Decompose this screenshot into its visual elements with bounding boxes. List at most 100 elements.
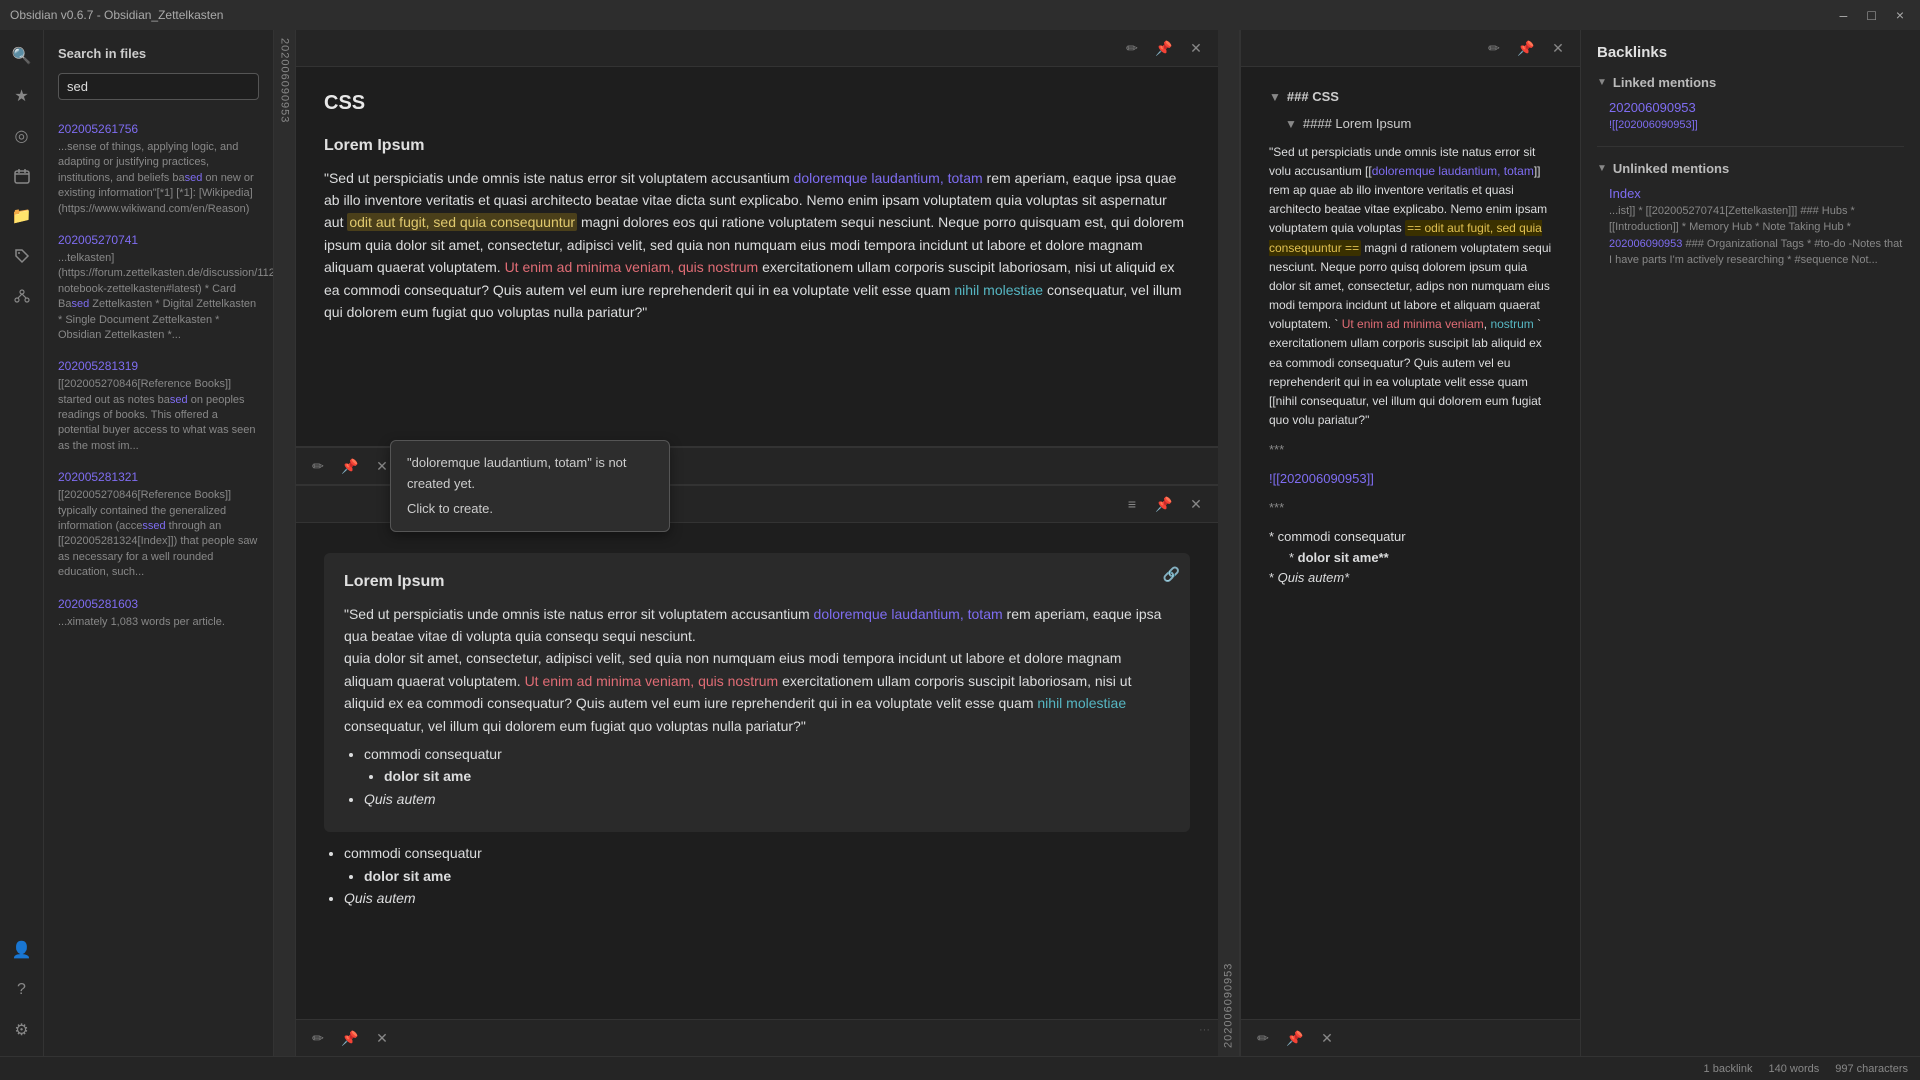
folder-rail-icon[interactable]: 📁 — [4, 198, 40, 234]
tag-rail-icon[interactable] — [4, 238, 40, 274]
settings-rail-icon[interactable]: ⚙ — [4, 1012, 40, 1048]
right-close-btn-b[interactable]: ✕ — [1313, 1024, 1341, 1052]
pin-button-top[interactable]: 📌 — [1150, 34, 1178, 62]
highlight-odit: odit aut fugit, sed quia consequuntur — [347, 213, 577, 231]
titlebar: Obsidian v0.6.7 - Obsidian_Zettelkasten … — [0, 0, 1920, 30]
right-link-1[interactable]: doloremque laudantium, totam — [1372, 164, 1534, 178]
linked-mentions-header[interactable]: ▼ Linked mentions — [1581, 69, 1920, 96]
backlink-sublink-text-0[interactable]: ![[202006090953]] — [1609, 119, 1698, 131]
graph-rail-icon[interactable]: ◎ — [4, 118, 40, 154]
right-edit-btn-b[interactable]: ✏ — [1249, 1024, 1277, 1052]
bullet-list-outline: commodi consequatur dolor sit ame Quis a… — [344, 743, 1170, 810]
unlinked-mentions-label: Unlinked mentions — [1613, 161, 1729, 176]
right-sep-2: *** — [1269, 498, 1552, 519]
app-body: 🔍 ★ ◎ 📁 👤 ? ⚙ Search in files 2020052617… — [0, 30, 1920, 1056]
result-item-4[interactable]: 202005281603 ...ximately 1,083 words per… — [44, 589, 273, 638]
text-red-bottom: Ut enim ad minima veniam, quis nostrum — [525, 673, 779, 689]
close-button[interactable]: × — [1890, 5, 1910, 25]
close-pane-button-bottom[interactable]: ✕ — [1182, 490, 1210, 518]
edit-button-top[interactable]: ✏ — [1118, 34, 1146, 62]
link-icon-outline[interactable]: 🔗 — [1163, 563, 1180, 585]
result-text-1: ...telkasten] (https://forum.zettelkaste… — [58, 251, 259, 343]
result-title-1: 202005270741 — [58, 233, 259, 247]
icon-rail: 🔍 ★ ◎ 📁 👤 ? ⚙ — [0, 30, 44, 1056]
calendar-rail-icon[interactable] — [4, 158, 40, 194]
pin-button-bottom[interactable]: 📌 — [1150, 490, 1178, 518]
right-pin-btn[interactable]: 📌 — [1512, 34, 1540, 62]
outline-heading-css: ### CSS — [1287, 87, 1339, 108]
maximize-button[interactable]: □ — [1861, 5, 1881, 25]
close-pane-button-top[interactable]: ✕ — [1182, 34, 1210, 62]
right-edit-btn[interactable]: ✏ — [1480, 34, 1508, 62]
list-button-bottom[interactable]: ≡ — [1118, 490, 1146, 518]
unlinked-mentions-header[interactable]: ▼ Unlinked mentions — [1581, 155, 1920, 182]
outline-subheading: ▼ #### Lorem Ipsum — [1269, 114, 1552, 135]
right-editor-top-toolbar: ✏ 📌 ✕ — [1241, 30, 1580, 67]
editor-main: ✏ 📌 ✕ CSS Lorem Ipsum "Sed ut perspiciat… — [296, 30, 1218, 1056]
editor-heading-css: CSS — [324, 87, 1190, 119]
link-doloremque-bottom[interactable]: doloremque laudantium, totam — [814, 606, 1003, 622]
unlinked-index-label[interactable]: Index — [1609, 186, 1904, 201]
backlink-sublink-0: ![[202006090953]] — [1609, 117, 1904, 134]
result-item-0[interactable]: 202005261756 ...sense of things, applyin… — [44, 114, 273, 225]
outline-tree-header: ▼ ### CSS — [1269, 87, 1552, 108]
right-bullet-0: * commodi consequatur — [1269, 527, 1552, 548]
right-editor-panel: ✏ 📌 ✕ ▼ ### CSS ▼ #### Lorem Ipsum "Sed … — [1240, 30, 1580, 1056]
result-item-1[interactable]: 202005270741 ...telkasten] (https://foru… — [44, 225, 273, 351]
pin-button-bottom-b[interactable]: 📌 — [336, 1024, 364, 1052]
sub-bullet-item-0: dolor sit ame — [384, 765, 1170, 787]
result-title-0: 202005261756 — [58, 122, 259, 136]
result-item-3[interactable]: 202005281321 [[202005270846[Reference Bo… — [44, 462, 273, 588]
person-rail-icon[interactable]: 👤 — [4, 932, 40, 968]
backlink-item-0: 202006090953 ![[202006090953]] — [1581, 96, 1920, 138]
bottom-sub-list: dolor sit ame — [344, 865, 1190, 887]
network-rail-icon[interactable] — [4, 278, 40, 314]
right-sep-1: *** — [1269, 440, 1552, 461]
editor-wrapper: 202006090953 ✏ 📌 ✕ CSS Lorem Ipsum "Sed … — [274, 30, 1240, 1056]
editor-content-top: CSS Lorem Ipsum "Sed ut perspiciatis und… — [296, 67, 1218, 447]
result-item-2[interactable]: 202005281319 [[202005270846[Reference Bo… — [44, 351, 273, 462]
pin-button-top-b[interactable]: 📌 — [336, 452, 364, 480]
bottom-bullet-1: Quis autem — [344, 887, 1190, 909]
section-divider — [1597, 146, 1904, 147]
edit-button-top-b[interactable]: ✏ — [304, 452, 332, 480]
help-rail-icon[interactable]: ? — [4, 972, 40, 1008]
star-rail-icon[interactable]: ★ — [4, 78, 40, 114]
right-editor-bottom-toolbar: ✏ 📌 ✕ — [1241, 1019, 1580, 1056]
pane-top-toolbar-top: ✏ 📌 ✕ — [296, 30, 1218, 67]
close-button-bottom-b[interactable]: ✕ — [368, 1024, 396, 1052]
link-doloremque-top[interactable]: doloremque laudantium, totam — [794, 170, 983, 186]
result-text-3: [[202005270846[Reference Books]] typical… — [58, 488, 259, 580]
search-results: 202005261756 ...sense of things, applyin… — [44, 110, 273, 1056]
editor-content-bottom: 🔗 Lorem Ipsum "Sed ut perspiciatis unde … — [296, 523, 1218, 1019]
bullet-item-1: Quis autem — [364, 788, 1170, 810]
editor-subheading-lorem-bottom: Lorem Ipsum — [344, 569, 1170, 595]
edit-button-bottom[interactable]: ✏ — [304, 1024, 332, 1052]
right-close-btn[interactable]: ✕ — [1544, 34, 1572, 62]
right-pin-btn-b[interactable]: 📌 — [1281, 1024, 1309, 1052]
link-nihil-top[interactable]: nihil molestiae — [954, 282, 1043, 298]
editor-subheading-lorem: Lorem Ipsum — [324, 133, 1190, 159]
link-nihil-bottom[interactable]: nihil molestiae — [1037, 695, 1126, 711]
backlink-link-0[interactable]: 202006090953 — [1609, 100, 1904, 115]
bottom-sub-bullet-0: dolor sit ame — [364, 865, 1190, 887]
right-bullet-1: * Quis autem* — [1269, 568, 1552, 589]
minimize-button[interactable]: – — [1834, 5, 1854, 25]
bullet-item-0: commodi consequatur dolor sit ame — [364, 743, 1170, 788]
tooltip-popup: "doloremque laudantium, totam" is not cr… — [390, 523, 670, 532]
search-input[interactable] — [58, 73, 259, 100]
middle-col: 202006090953 ✏ 📌 ✕ CSS Lorem Ipsum "Sed … — [274, 30, 1240, 1056]
bottom-bullet-0: commodi consequatur dolor sit ame — [344, 842, 1190, 887]
right-green-text: nostrum — [1490, 317, 1533, 331]
outline-subheading-label: #### Lorem Ipsum — [1303, 114, 1411, 135]
vert-strip-left: 202006090953 — [274, 30, 296, 1056]
search-rail-icon[interactable]: 🔍 — [4, 38, 40, 74]
linked-mentions-label: Linked mentions — [1613, 75, 1716, 90]
right-editor-content: ▼ ### CSS ▼ #### Lorem Ipsum "Sed ut per… — [1241, 67, 1580, 1019]
unlinked-highlight: 202006090953 — [1609, 238, 1682, 250]
right-bullet-0-sub: * dolor sit ame** — [1269, 548, 1552, 569]
unlinked-index-item: Index ...ist]] * [[202005270741[Zettelka… — [1581, 182, 1920, 273]
titlebar-title: Obsidian v0.6.7 - Obsidian_Zettelkasten — [10, 8, 223, 22]
editor-paragraph-top: "Sed ut perspiciatis unde omnis iste nat… — [324, 167, 1190, 324]
right-red-text: Ut enim ad minima veniam — [1342, 317, 1484, 331]
